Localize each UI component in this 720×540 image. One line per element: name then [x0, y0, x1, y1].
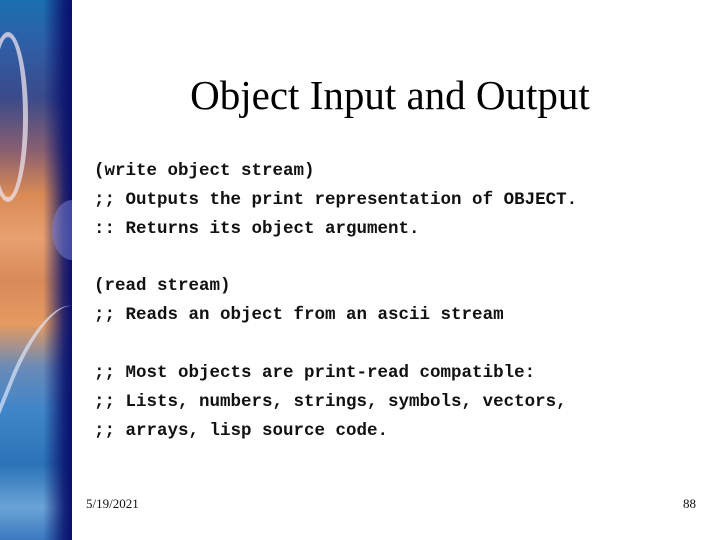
code-block-read: (read stream) ;; Reads an object from an …	[94, 272, 504, 330]
code-line: ;; arrays, lisp source code.	[94, 421, 389, 441]
slide-title: Object Input and Output	[190, 72, 590, 118]
swirl-decoration	[0, 32, 28, 202]
code-line: ;; Reads an object from an ascii stream	[94, 305, 504, 325]
page-number: 88	[683, 496, 696, 511]
code-line: :: Returns its object argument.	[94, 219, 420, 239]
code-block-write: (write object stream) ;; Outputs the prin…	[94, 157, 577, 244]
code-line: ;; Most objects are print-read compatibl…	[94, 363, 536, 383]
orb-decoration	[52, 200, 72, 260]
script-letter-decoration	[0, 294, 72, 486]
code-line: (read stream)	[94, 276, 231, 296]
code-line: ;; Outputs the print representation of O…	[94, 190, 578, 210]
code-line: ;; Lists, numbers, strings, symbols, vec…	[94, 392, 567, 412]
code-line: (write object stream)	[94, 161, 315, 181]
code-block-compat: ;; Most objects are print-read compatibl…	[94, 359, 567, 446]
footer-date: 5/19/2021	[86, 496, 139, 511]
decorative-sidebar	[0, 0, 72, 540]
